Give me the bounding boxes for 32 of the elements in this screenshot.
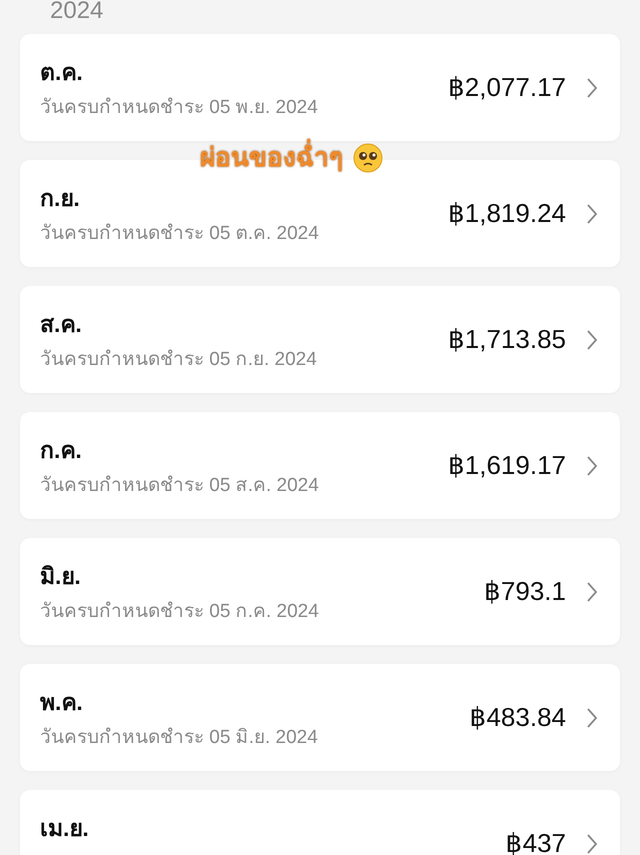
chevron-right-icon — [586, 76, 598, 98]
amount-text: ฿483.84 — [469, 701, 566, 734]
installment-card[interactable]: ส.ค. วันครบกำหนดชำระ 05 ก.ย. 2024 ฿1,713.85 — [20, 286, 620, 393]
installment-card[interactable]: พ.ค. วันครบกำหนดชำระ 05 มิ.ย. 2024 ฿483.84 — [20, 664, 620, 771]
due-date-text: วันครบกำหนดชำระ 05 มิ.ย. 2024 — [40, 726, 319, 750]
emoji-icon — [353, 142, 383, 172]
chevron-right-icon — [586, 454, 598, 476]
chevron-right-icon — [586, 832, 598, 854]
chevron-right-icon — [586, 202, 598, 224]
month-label: พ.ค. — [40, 688, 84, 716]
amount-text: ฿1,619.17 — [448, 449, 566, 482]
installment-card[interactable]: ก.ค. วันครบกำหนดชำระ 05 ส.ค. 2024 ฿1,619.17 — [20, 412, 620, 519]
month-label: ก.ค. — [40, 436, 83, 464]
due-date-text: วันครบกำหนดชำระ 05 ก.ย. 2024 — [40, 348, 318, 372]
year-heading: 2024 — [50, 0, 104, 23]
due-date-text: วันครบกำหนดชำระ 05 ก.ค. 2024 — [40, 600, 320, 624]
amount-text: ฿2,077.17 — [448, 71, 566, 104]
due-date-text: วันครบกำหนดชำระ 05 ส.ค. 2024 — [40, 474, 320, 498]
month-label: เม.ย. — [40, 814, 90, 842]
chevron-right-icon — [586, 328, 598, 350]
chevron-right-icon — [586, 580, 598, 602]
month-label: ก.ย. — [40, 184, 81, 212]
month-label: ส.ค. — [40, 310, 83, 338]
due-date-text: วันครบกำหนดชำระ 05 ต.ค. 2024 — [40, 222, 320, 246]
due-date-text: วันครบกำหนดชำระ 05 พ.ย. 2024 — [40, 96, 319, 120]
amount-text: ฿793.1 — [484, 575, 566, 608]
amount-text: ฿1,819.24 — [448, 197, 566, 230]
month-label: ต.ค. — [40, 58, 84, 86]
amount-text: ฿1,713.85 — [448, 323, 566, 356]
month-label: มิ.ย. — [40, 562, 82, 590]
installment-card[interactable]: มิ.ย. วันครบกำหนดชำระ 05 ก.ค. 2024 ฿793.1 — [20, 538, 620, 645]
chevron-right-icon — [586, 706, 598, 728]
